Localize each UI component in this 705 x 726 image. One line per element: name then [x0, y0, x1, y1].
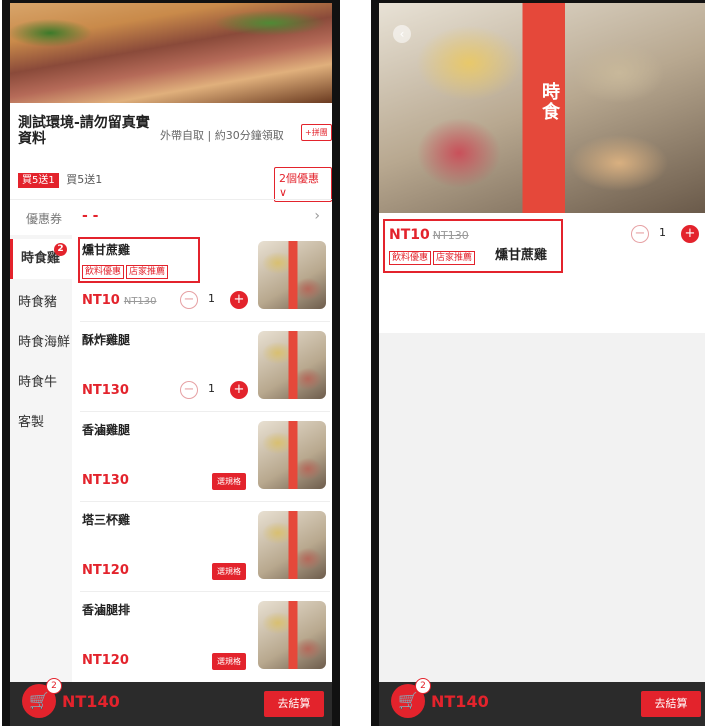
- item-name: 香滷腿排: [82, 603, 131, 617]
- item-quantity: 1: [659, 226, 666, 239]
- item-tags: 飲料優惠 店家推薦: [82, 259, 170, 279]
- item-thumbnail: [258, 241, 326, 309]
- promo-row: 買5送1 買5送1: [18, 171, 103, 188]
- sidebar-item-label: 時食雞: [21, 251, 61, 266]
- item-name: 燻甘蔗雞: [495, 248, 548, 263]
- menu-item[interactable]: 燻甘蔗雞 飲料優惠 店家推薦 NT10 NT130 − 1 +: [76, 235, 330, 323]
- item-old-price: NT130: [123, 296, 157, 307]
- divider: [80, 501, 330, 502]
- item-name: 燻甘蔗雞: [82, 243, 131, 257]
- select-spec-button[interactable]: 選規格: [212, 473, 246, 490]
- item-detail-screen: 時食 ‹ NT10 NT130 飲料優惠 店家推薦 燻甘蔗雞 − 1 + 🛒 2 N…: [371, 0, 705, 726]
- store-title: 測試環境-請勿留真實資料: [18, 115, 150, 147]
- sidebar-item-pork[interactable]: 時食豬: [10, 283, 72, 323]
- chevron-right-icon: ›: [314, 208, 320, 224]
- item-name: 塔三杯雞: [82, 513, 131, 527]
- sidebar-item-beef[interactable]: 時食牛: [10, 363, 72, 403]
- checkout-button[interactable]: 去結算: [264, 691, 324, 717]
- cart-bar: 🛒 2 NT140 去結算: [379, 678, 705, 726]
- tag-recommended: 店家推薦: [433, 251, 476, 265]
- quantity-stepper: − 1 +: [631, 225, 701, 243]
- item-price: NT10 NT130: [389, 227, 469, 243]
- sidebar-item-label: 客製: [18, 415, 45, 430]
- cart-count-badge: 2: [415, 678, 431, 694]
- store-menu-screen: 測試環境-請勿留真實資料 外帶自取 | 約30分鐘領取 +拼團 買5送1 買5送…: [2, 0, 340, 726]
- sidebar-item-chicken[interactable]: 時食雞 2: [10, 239, 72, 279]
- offers-dropdown[interactable]: 2個優惠∨: [274, 167, 332, 202]
- sidebar-item-label: 時食海鮮: [18, 335, 71, 350]
- menu-item[interactable]: 香滷雞腿 NT130 選規格: [76, 415, 330, 503]
- sidebar-item-seafood[interactable]: 時食海鮮: [10, 323, 72, 363]
- store-banner-image: [10, 3, 332, 103]
- select-spec-button[interactable]: 選規格: [212, 563, 246, 580]
- sidebar-item-label: 時食牛: [18, 375, 58, 390]
- item-price: NT120: [82, 563, 129, 578]
- sidebar-item-label: 時食豬: [18, 295, 58, 310]
- item-price: NT120: [82, 653, 129, 668]
- item-detail-panel: NT10 NT130 飲料優惠 店家推薦 燻甘蔗雞 − 1 +: [379, 213, 705, 333]
- sidebar-item-custom[interactable]: 客製: [10, 403, 72, 443]
- cart-count-badge: 2: [46, 678, 62, 694]
- quantity-stepper: − 1 +: [180, 381, 250, 399]
- item-name: 酥炸雞腿: [82, 333, 131, 347]
- item-old-price: NT130: [432, 229, 469, 242]
- item-price-value: NT10: [82, 293, 120, 308]
- item-thumbnail: [258, 421, 326, 489]
- select-spec-button[interactable]: 選規格: [212, 653, 246, 670]
- tag-recommended: 店家推薦: [126, 265, 169, 279]
- checkout-button[interactable]: 去結算: [641, 691, 701, 717]
- menu-item[interactable]: 香滷腿排 NT120 選規格: [76, 595, 330, 683]
- tag-drink-offer: 飲料優惠: [82, 265, 125, 279]
- item-name: 香滷雞腿: [82, 423, 131, 437]
- item-thumbnail: [258, 511, 326, 579]
- minus-icon[interactable]: −: [631, 225, 649, 243]
- minus-icon[interactable]: −: [180, 381, 198, 399]
- tag-drink-offer: 飲料優惠: [389, 251, 432, 265]
- cart-bar: 🛒 2 NT140 去結算: [10, 678, 332, 726]
- item-quantity: 1: [208, 292, 215, 305]
- plus-icon[interactable]: +: [230, 291, 248, 309]
- quantity-stepper: − 1 +: [180, 291, 250, 309]
- item-thumbnail: [258, 331, 326, 399]
- item-price-value: NT10: [389, 227, 430, 243]
- detail-content-area: [379, 333, 705, 685]
- group-order-button[interactable]: +拼團: [301, 124, 332, 141]
- coupon-label: 優惠券: [26, 212, 63, 226]
- item-price: NT130: [82, 383, 129, 398]
- coupon-value: - -: [82, 208, 99, 224]
- menu-item[interactable]: 塔三杯雞 NT120 選規格: [76, 505, 330, 593]
- item-quantity: 1: [208, 382, 215, 395]
- category-count-badge: 2: [54, 243, 67, 256]
- pickup-info: 外帶自取 | 約30分鐘領取: [160, 129, 284, 142]
- back-icon[interactable]: ‹: [393, 25, 411, 43]
- item-price: NT130: [82, 473, 129, 488]
- item-thumbnail: [258, 601, 326, 669]
- plus-icon[interactable]: +: [230, 381, 248, 399]
- minus-icon[interactable]: −: [180, 291, 198, 309]
- item-price: NT10 NT130: [82, 293, 157, 308]
- cart-total: NT140: [431, 692, 489, 711]
- coupon-row[interactable]: 優惠券 - - ›: [10, 199, 332, 236]
- promo-badge: 買5送1: [18, 173, 59, 188]
- divider: [80, 591, 330, 592]
- box-brand-label: 時食: [542, 82, 560, 123]
- menu-item[interactable]: 酥炸雞腿 NT130 − 1 +: [76, 325, 330, 413]
- cart-total: NT140: [62, 692, 120, 711]
- promo-text: 買5送1: [66, 173, 103, 186]
- divider: [80, 411, 330, 412]
- item-tags: 飲料優惠 店家推薦: [389, 245, 477, 265]
- divider: [80, 321, 330, 322]
- category-sidebar: 時食雞 2 時食豬 時食海鮮 時食牛 客製: [10, 235, 72, 685]
- plus-icon[interactable]: +: [681, 225, 699, 243]
